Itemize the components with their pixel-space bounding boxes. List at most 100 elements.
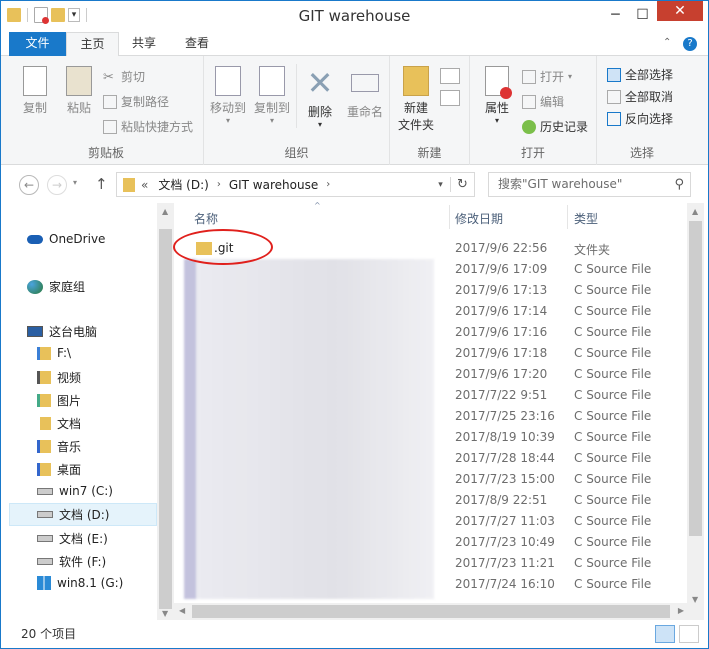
select-all-button[interactable]: 全部选择 — [607, 66, 673, 83]
maximize-button[interactable]: ☐ — [629, 1, 656, 29]
file-list-scrollbar-thumb[interactable] — [689, 221, 702, 536]
navigation-bar: ← → ▾ ↑ « 文档 (D:) › GIT warehouse › ▾ ↻ … — [1, 166, 708, 203]
nav-onedrive[interactable]: OneDrive — [27, 232, 105, 246]
music-folder-icon — [37, 440, 51, 453]
tab-file[interactable]: 文件 — [9, 32, 66, 56]
cut-label: 剪切 — [121, 70, 146, 84]
help-icon[interactable]: ? — [683, 37, 697, 51]
nav-item-pictures[interactable]: 图片 — [37, 392, 81, 409]
nav-item-drive-d[interactable]: 文档 (D:) — [9, 503, 157, 526]
nav-item-drive-e[interactable]: 文档 (E:) — [37, 530, 108, 547]
nav-item-desktop[interactable]: 桌面 — [37, 461, 81, 478]
copy-path-button[interactable]: 复制路径 — [103, 93, 169, 110]
details-view-button[interactable] — [655, 625, 675, 643]
h-scrollbar-thumb[interactable] — [192, 605, 670, 618]
tab-share[interactable]: 共享 — [119, 32, 169, 56]
properties-button[interactable]: 属性 ▾ — [476, 66, 518, 125]
select-none-button[interactable]: 全部取消 — [607, 88, 673, 105]
column-header-type[interactable]: 类型 — [574, 210, 598, 227]
nav-item-drive-g[interactable]: win8.1 (G:) — [37, 576, 123, 590]
collapse-ribbon-icon[interactable]: ⌃ — [663, 37, 671, 48]
refresh-icon[interactable]: ↻ — [450, 177, 474, 192]
file-date: 2017/7/27 11:03 — [455, 514, 555, 528]
file-type: C Source File — [574, 577, 652, 591]
documents-folder-icon — [37, 417, 51, 430]
file-list-h-scrollbar[interactable]: ◀ ▶ — [174, 603, 687, 620]
nav-item-drive-c[interactable]: win7 (C:) — [37, 484, 113, 498]
scroll-left-icon[interactable]: ◀ — [179, 606, 185, 615]
scroll-down-icon[interactable]: ▼ — [162, 609, 168, 618]
new-item-button[interactable] — [440, 68, 460, 84]
paste-button[interactable]: 粘贴 — [57, 66, 101, 116]
scroll-right-icon[interactable]: ▶ — [678, 606, 684, 615]
paste-shortcut-button[interactable]: 粘贴快捷方式 — [103, 118, 193, 135]
nav-item-drive-f[interactable]: 软件 (F:) — [37, 553, 106, 570]
history-button[interactable]: 历史记录 — [522, 118, 588, 135]
copy-to-button[interactable]: 复制到 ▾ — [250, 66, 294, 125]
scroll-down-icon[interactable]: ▼ — [692, 595, 698, 604]
minimize-button[interactable]: ─ — [602, 1, 629, 29]
nav-homegroup-label: 家庭组 — [49, 280, 86, 294]
column-header-date[interactable]: 修改日期 — [455, 210, 503, 227]
scroll-up-icon[interactable]: ▲ — [162, 207, 168, 216]
rename-button[interactable]: 重命名 — [342, 66, 388, 120]
nav-item-music[interactable]: 音乐 — [37, 438, 81, 455]
breadcrumb-drive[interactable]: 文档 (D:) — [158, 176, 208, 193]
large-icons-view-button[interactable] — [679, 625, 699, 643]
search-box[interactable]: 搜索"GIT warehouse" ⚲ — [488, 172, 691, 197]
tab-view[interactable]: 查看 — [171, 32, 223, 56]
forward-button[interactable]: → — [47, 175, 67, 195]
open-button[interactable]: 打开 ▾ — [522, 68, 572, 85]
nav-scrollbar[interactable]: ▲ ▼ — [157, 203, 174, 620]
file-date: 2017/7/28 18:44 — [455, 451, 555, 465]
cut-button[interactable]: ✂ 剪切 — [103, 68, 145, 85]
search-icon[interactable]: ⚲ — [674, 173, 684, 196]
scroll-up-icon[interactable]: ▲ — [692, 207, 698, 216]
file-date: 2017/7/24 16:10 — [455, 577, 555, 591]
nav-item-documents[interactable]: 文档 — [37, 415, 81, 432]
clipboard-group: 复制 粘贴 ✂ 剪切 复制路径 粘贴快捷方式 剪贴板 — [9, 56, 204, 165]
column-divider[interactable] — [567, 205, 568, 229]
move-to-button[interactable]: 移动到 ▾ — [206, 66, 250, 125]
file-type: C Source File — [574, 388, 652, 402]
nav-item-label: 软件 (F:) — [59, 555, 107, 569]
nav-thispc[interactable]: 这台电脑 — [27, 323, 97, 340]
edit-button[interactable]: 编辑 — [522, 93, 564, 110]
recent-locations-icon[interactable]: ▾ — [73, 178, 77, 187]
column-divider[interactable] — [449, 205, 450, 229]
column-header-name[interactable]: 名称 — [194, 210, 218, 227]
address-bar[interactable]: « 文档 (D:) › GIT warehouse › ▾ ↻ — [116, 172, 475, 197]
invert-selection-button[interactable]: 反向选择 — [607, 110, 673, 127]
breadcrumb-separator-icon[interactable]: › — [217, 179, 221, 190]
close-button[interactable]: ✕ — [657, 1, 703, 21]
nav-item-f-root[interactable]: F:\ — [37, 346, 71, 360]
file-type: C Source File — [574, 493, 652, 507]
up-button[interactable]: ↑ — [95, 175, 108, 193]
invert-selection-label: 反向选择 — [625, 112, 674, 126]
easy-access-button[interactable] — [440, 90, 460, 106]
file-type: C Source File — [574, 262, 652, 276]
tab-home[interactable]: 主页 — [66, 32, 119, 57]
breadcrumb-folder[interactable]: GIT warehouse — [229, 178, 318, 192]
new-group: 新建 文件夹 新建 — [390, 56, 470, 165]
nav-thispc-label: 这台电脑 — [49, 325, 98, 339]
breadcrumb-separator-icon[interactable]: › — [326, 179, 330, 190]
nav-item-label: 视频 — [57, 371, 82, 385]
file-type: C Source File — [574, 283, 652, 297]
file-type: C Source File — [574, 430, 652, 444]
new-folder-button[interactable]: 新建 文件夹 — [394, 66, 438, 133]
file-date: 2017/7/23 15:00 — [455, 472, 555, 486]
address-dropdown-icon[interactable]: ▾ — [430, 179, 450, 190]
copy-button[interactable]: 复制 — [13, 66, 57, 116]
copy-to-dropdown-icon: ▾ — [269, 116, 274, 125]
delete-button[interactable]: ✕ 删除 ▾ — [298, 66, 342, 129]
address-prefix[interactable]: « — [141, 178, 148, 192]
open-label: 打开 — [540, 70, 565, 84]
nav-homegroup[interactable]: 家庭组 — [27, 278, 85, 295]
file-list-scrollbar[interactable]: ▲ ▼ — [687, 203, 704, 620]
nav-item-videos[interactable]: 视频 — [37, 369, 81, 386]
file-date: 2017/7/23 10:49 — [455, 535, 555, 549]
nav-scrollbar-thumb[interactable] — [159, 229, 172, 609]
nav-item-label: 图片 — [57, 394, 82, 408]
back-button[interactable]: ← — [19, 175, 39, 195]
